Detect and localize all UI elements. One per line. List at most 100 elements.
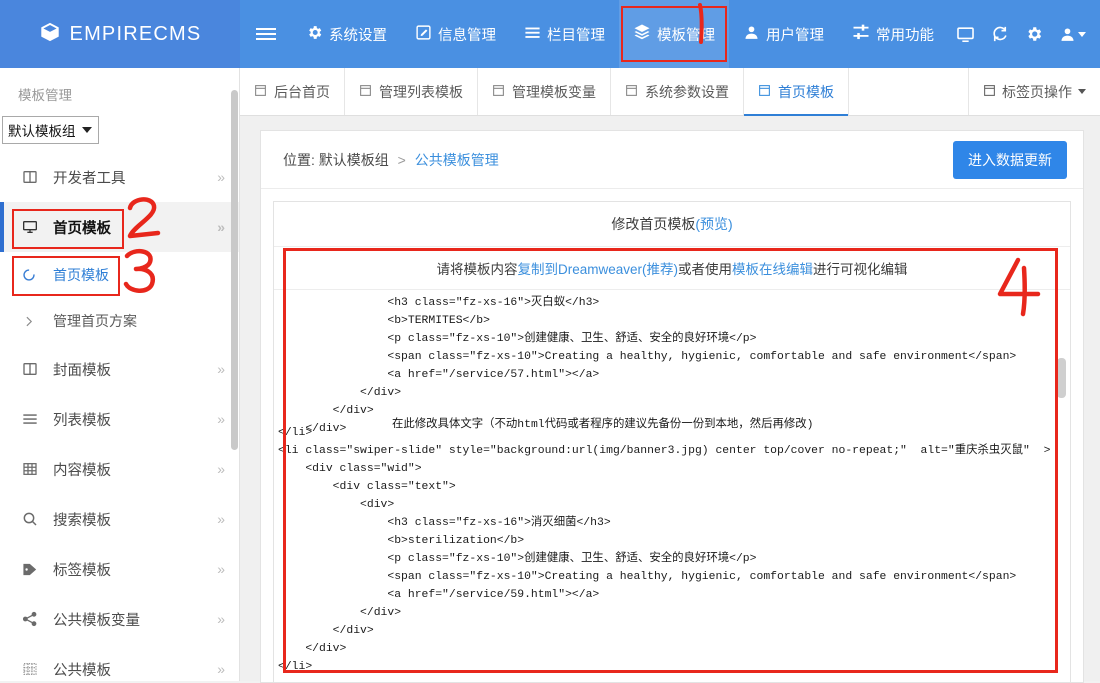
sidebar-item-developer-tools[interactable]: 开发者工具 » [0, 152, 239, 202]
sidebar-subitem-manage-home-scheme[interactable]: 管理首页方案 [0, 298, 239, 344]
chevron-down-icon [1078, 89, 1086, 94]
nav-item-template-management[interactable]: 模板管理 [619, 0, 729, 68]
tab-label: 系统参数设置 [645, 82, 729, 102]
main-area: 后台首页 管理列表模板 管理模板变量 系统参数设置 首页模板 [240, 68, 1100, 681]
tab-operations-dropdown[interactable]: 标签页操作 [968, 68, 1100, 115]
list-icon [524, 24, 541, 45]
nav-item-info-management[interactable]: 信息管理 [401, 0, 510, 68]
chevron-right-icon: » [217, 661, 225, 677]
sidebar-item-content-template[interactable]: 内容模板 » [0, 444, 239, 494]
tag-icon [22, 561, 44, 578]
table-icon [22, 661, 44, 677]
gear-icon [306, 24, 323, 45]
circle-icon [22, 268, 44, 282]
chevron-down-icon [82, 127, 92, 133]
tab-operations-label: 标签页操作 [1002, 82, 1072, 102]
sidebar-title: 模板管理 [0, 68, 239, 116]
template-edit-panel: 修改首页模板(预览) 请将模板内容复制到Dreamweaver(推荐)或者使用模… [273, 201, 1071, 682]
sidebar-item-label: 标签模板 [53, 559, 217, 580]
hamburger-icon [256, 25, 276, 43]
account-icon[interactable] [1059, 26, 1086, 43]
nav-item-system-settings[interactable]: 系统设置 [292, 0, 401, 68]
sidebar-item-list-template[interactable]: 列表模板 » [0, 394, 239, 444]
tab-manage-template-vars[interactable]: 管理模板变量 [478, 68, 611, 115]
header-right-icons [956, 0, 1100, 68]
sidebar-item-public-template-vars[interactable]: 公共模板变量 » [0, 594, 239, 644]
nav-label: 栏目管理 [547, 24, 605, 45]
gear-icon[interactable] [1025, 25, 1043, 43]
nav-label: 常用功能 [876, 24, 934, 45]
monitor-icon [22, 219, 44, 235]
user-icon [743, 24, 760, 45]
sidebar-subitem-label: 首页模板 [53, 265, 109, 285]
cube-icon [39, 21, 61, 48]
monitor-icon[interactable] [956, 25, 975, 44]
content-wrapper: 位置: 默认模板组 > 公共模板管理 进入数据更新 修改首页模板(预览) 请将模… [240, 116, 1100, 683]
online-template-edit-link[interactable]: 模板在线编辑 [732, 262, 813, 277]
search-icon [22, 511, 44, 527]
code-editor-scrollbar[interactable] [1057, 358, 1066, 398]
chevron-right-icon: » [217, 511, 225, 527]
sidebar-item-label: 首页模板 [53, 217, 217, 238]
sidebar-subitem-label: 管理首页方案 [53, 311, 137, 331]
tab-home-template[interactable]: 首页模板 [744, 68, 849, 115]
hint-suffix: 进行可视化编辑 [813, 262, 908, 277]
chevron-right-icon: » [217, 611, 225, 627]
sidebar-item-search-template[interactable]: 搜索模板 » [0, 494, 239, 544]
edit-square-icon [415, 24, 432, 45]
brand-text: EMPIRECMS [70, 23, 202, 46]
dreamweaver-copy-link[interactable]: 复制到Dreamweaver(推荐) [517, 262, 678, 277]
tab-backend-home[interactable]: 后台首页 [240, 68, 345, 115]
template-group-select[interactable]: 默认模板组 [2, 116, 99, 144]
sidebar-menu: 开发者工具 » 首页模板 » 首页模板 管理首页方案 封 [0, 152, 239, 681]
list-icon [22, 411, 44, 427]
main-nav: 系统设置 信息管理 栏目管理 模板管理 用户管理 [292, 0, 948, 68]
breadcrumb-separator: > [398, 152, 406, 168]
share-icon [22, 611, 44, 627]
nav-item-column-management[interactable]: 栏目管理 [510, 0, 619, 68]
window-icon [492, 84, 505, 100]
sidebar-item-label: 封面模板 [53, 359, 217, 380]
panel-icon [22, 169, 44, 185]
sidebar-item-label: 搜索模板 [53, 509, 217, 530]
window-icon [983, 84, 996, 100]
breadcrumb-bar: 位置: 默认模板组 > 公共模板管理 进入数据更新 [261, 131, 1083, 189]
template-code-editor[interactable]: <h3 class="fz-xs-16">灭白蚁</h3> <b>TERMITE… [274, 290, 1070, 682]
nav-item-user-management[interactable]: 用户管理 [729, 0, 838, 68]
content-panel: 位置: 默认模板组 > 公共模板管理 进入数据更新 修改首页模板(预览) 请将模… [260, 130, 1084, 683]
tab-system-params[interactable]: 系统参数设置 [611, 68, 744, 115]
nav-item-common-functions[interactable]: 常用功能 [838, 0, 948, 68]
chevron-right-icon: » [217, 361, 225, 377]
menu-toggle-button[interactable] [240, 0, 292, 68]
editor-hint: 请将模板内容复制到Dreamweaver(推荐)或者使用模板在线编辑进行可视化编… [274, 246, 1070, 290]
nav-label: 系统设置 [329, 24, 387, 45]
tab-label: 管理模板变量 [512, 82, 596, 102]
sidebar: 模板管理 默认模板组 开发者工具 » 首页模板 » 首页模板 [0, 68, 240, 681]
sidebar-item-home-template[interactable]: 首页模板 » [0, 202, 239, 252]
breadcrumb-current[interactable]: 公共模板管理 [415, 152, 499, 168]
template-group-value: 默认模板组 [8, 120, 76, 140]
sidebar-item-tag-template[interactable]: 标签模板 » [0, 544, 239, 594]
brand-logo[interactable]: EMPIRECMS [0, 0, 240, 68]
panel-title: 修改首页模板(预览) [274, 202, 1070, 246]
sidebar-item-cover-template[interactable]: 封面模板 » [0, 344, 239, 394]
sidebar-scrollbar[interactable] [231, 90, 238, 450]
nav-label: 信息管理 [438, 24, 496, 45]
panel-icon [22, 361, 44, 377]
sidebar-subitem-home-template[interactable]: 首页模板 [0, 252, 239, 298]
refresh-icon[interactable] [991, 25, 1009, 43]
sidebar-item-public-template[interactable]: 公共模板 » [0, 644, 239, 681]
breadcrumb: 位置: 默认模板组 > 公共模板管理 [283, 150, 499, 170]
preview-link[interactable]: (预览) [695, 216, 732, 232]
chevron-right-icon [22, 315, 44, 328]
enter-data-update-button[interactable]: 进入数据更新 [953, 141, 1067, 179]
sidebar-item-label: 内容模板 [53, 459, 217, 480]
window-icon [359, 84, 372, 100]
grid-icon [22, 461, 44, 477]
tab-label: 后台首页 [274, 82, 330, 102]
sliders-icon [852, 23, 870, 45]
tab-manage-list-template[interactable]: 管理列表模板 [345, 68, 478, 115]
chevron-down-icon [1078, 32, 1086, 37]
chevron-right-icon: » [217, 169, 225, 185]
top-header-bar: EMPIRECMS 系统设置 信息管理 栏目管理 [0, 0, 1100, 68]
